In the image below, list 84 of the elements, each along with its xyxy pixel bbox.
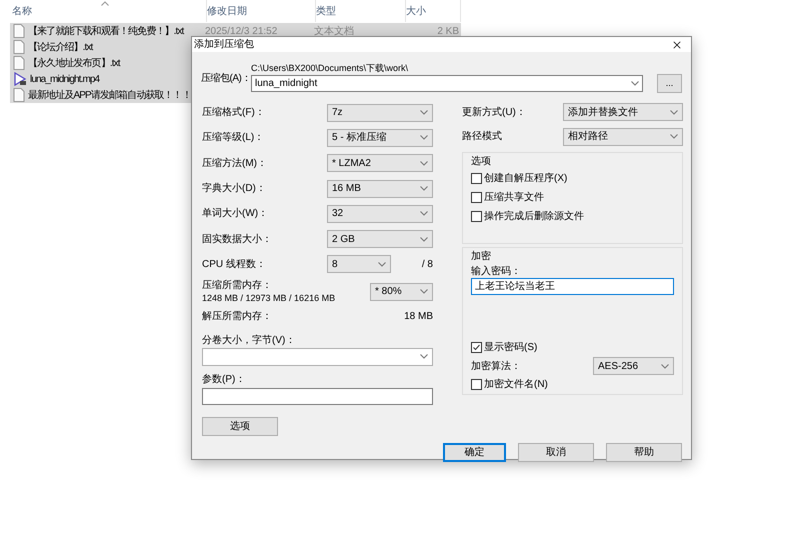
chevron-down-icon <box>420 110 428 116</box>
chevron-down-icon <box>420 135 428 140</box>
file-name: 【论坛介绍】.txt <box>28 40 92 54</box>
chevron-down-icon <box>670 110 678 115</box>
chevron-down-icon <box>661 364 669 369</box>
checkbox-label: 加密文件名(N) <box>484 378 548 392</box>
dialog-button[interactable]: 取消 <box>518 442 594 462</box>
checkbox-label: 显示密码(S) <box>484 340 538 355</box>
field-label: 路径模式 <box>462 130 502 144</box>
archive-path: C:\Users\BX200\Documents\下载\work\ <box>251 62 410 75</box>
field-label: 压缩格式(F)： <box>202 106 265 120</box>
document-icon <box>13 88 25 102</box>
column-header[interactable]: 修改日期 <box>207 4 247 18</box>
column-header[interactable]: 名称 <box>12 4 32 18</box>
column-header[interactable]: 类型 <box>316 4 336 18</box>
field-label: 固实数据大小： <box>202 232 272 247</box>
file-name: luna_midnight.mp4 <box>30 72 100 86</box>
checkbox[interactable] <box>471 173 482 184</box>
checkbox-label: 压缩共享文件 <box>484 190 544 205</box>
chevron-down-icon <box>420 236 428 242</box>
thread-max: / 8 <box>422 258 433 272</box>
field-label: 输入密码： <box>471 264 522 277</box>
file-name: 【永久地址发布页】.txt <box>28 56 120 70</box>
file-name: 【来了就能下载和观看！纯免费！】.txt <box>28 24 184 38</box>
field-label: 字典大小(D)： <box>202 182 266 196</box>
dropdown[interactable]: * LZMA2 <box>327 154 433 172</box>
field-label: 单词大小(W)： <box>202 206 268 222</box>
memory-usage: 1248 MB / 12973 MB / 16216 MB <box>202 292 336 305</box>
sort-icon <box>101 1 109 6</box>
chevron-down-icon <box>378 262 386 267</box>
document-icon <box>13 56 25 70</box>
chevron-down-icon <box>420 289 428 294</box>
params-field[interactable] <box>202 388 433 405</box>
dialog-button[interactable]: 帮助 <box>606 442 682 462</box>
password-field[interactable]: 上老王论坛当老王 <box>471 278 674 295</box>
dropdown[interactable]: * 80% <box>370 282 433 301</box>
file-name: 最新地址及APP请发邮箱自动获取！！！ <box>28 88 191 102</box>
field-label: 压缩包(A)： <box>201 72 251 86</box>
field-label: 分卷大小，字节(V)： <box>202 334 296 347</box>
checkbox[interactable] <box>471 211 482 222</box>
field-label: 解压所需内存： <box>202 310 272 324</box>
window-title: 添加到压缩包 <box>194 38 254 52</box>
browse-button[interactable]: ... <box>657 74 682 93</box>
chevron-down-icon <box>420 160 428 166</box>
chevron-down-icon <box>420 186 428 192</box>
field-label: 更新方式(U)： <box>462 106 526 120</box>
chevron-down-icon <box>420 211 428 216</box>
field-label: 压缩方法(M)： <box>202 156 267 171</box>
chevron-down-icon <box>420 354 428 360</box>
file-type: 文本文档 <box>314 24 355 38</box>
memory-value: 18 MB <box>404 310 433 324</box>
archive-name-field[interactable]: luna_midnight <box>251 75 643 92</box>
field-label: 参数(P)： <box>202 372 246 386</box>
field-label: 压缩所需内存： <box>202 278 273 292</box>
field-label: 压缩等级(L)： <box>202 130 264 146</box>
group-title: 选项 <box>471 154 492 169</box>
field-label: 加密算法： <box>471 360 521 374</box>
checkbox[interactable] <box>471 379 482 390</box>
dropdown[interactable]: 16 MB <box>327 180 433 198</box>
close-icon[interactable] <box>671 38 683 50</box>
file-date: 2025/12/3 21:52 <box>205 24 278 38</box>
dropdown[interactable]: 2 GB <box>327 230 433 248</box>
checkbox[interactable] <box>471 342 482 353</box>
video-file-icon <box>13 72 27 86</box>
chevron-down-icon <box>631 81 639 86</box>
dropdown[interactable]: 5 - 标准压缩 <box>327 128 433 147</box>
dropdown[interactable]: 7z <box>327 104 433 122</box>
dropdown[interactable]: 32 <box>327 204 433 223</box>
group-title: 加密 <box>471 250 492 264</box>
file-size: 2 KB <box>436 24 459 38</box>
dropdown[interactable]: AES-256 <box>593 357 674 376</box>
checkbox-label: 创建自解压程序(X) <box>484 172 568 186</box>
dropdown[interactable]: 8 <box>327 255 391 274</box>
dialog-button[interactable]: 确定 <box>443 442 506 462</box>
chevron-down-icon <box>670 134 678 140</box>
field-label: CPU 线程数： <box>202 258 267 272</box>
dropdown[interactable]: 添加并替换文件 <box>563 103 683 122</box>
dropdown[interactable]: 相对路径 <box>563 128 683 146</box>
options-button[interactable]: 选项 <box>202 416 278 436</box>
checkbox[interactable] <box>471 192 482 203</box>
document-icon <box>13 24 25 38</box>
document-icon <box>13 40 25 54</box>
column-header[interactable]: 大小 <box>406 4 426 18</box>
checkbox-label: 操作完成后删除源文件 <box>484 210 584 224</box>
